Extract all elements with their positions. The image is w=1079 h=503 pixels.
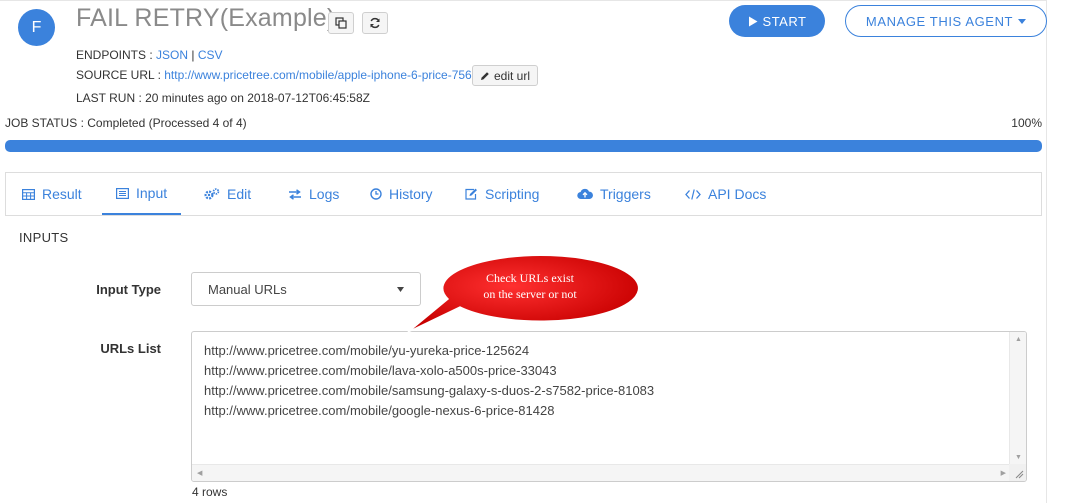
tab-edit[interactable]: Edit (190, 173, 265, 215)
endpoints-label: ENDPOINTS : (76, 48, 157, 62)
tab-label: API Docs (708, 186, 767, 202)
agent-title: FAIL RETRY(Example) (76, 4, 336, 32)
job-progress-fill (5, 140, 1042, 152)
agent-avatar: F (18, 9, 55, 46)
endpoint-separator: | (188, 48, 198, 62)
urls-lines: http://www.pricetree.com/mobile/yu-yurek… (204, 341, 654, 421)
tab-logs[interactable]: Logs (274, 173, 353, 215)
rows-count: 4 rows (192, 485, 228, 499)
tab-input[interactable]: Input (102, 173, 182, 215)
refresh-button[interactable] (362, 12, 388, 34)
refresh-icon (370, 17, 380, 29)
pencil-icon (481, 71, 489, 80)
exchange-icon (289, 188, 301, 200)
agent-tabs: Result Input Edit Logs History Scripting… (5, 172, 1042, 216)
source-url-label: SOURCE URL : (76, 68, 165, 82)
section-title: INPUTS (19, 230, 69, 245)
right-border (1046, 0, 1047, 503)
start-button-label: START (762, 13, 807, 29)
copy-button[interactable] (328, 12, 354, 34)
play-icon (748, 16, 758, 26)
tab-label: Logs (309, 186, 340, 202)
horizontal-scrollbar[interactable]: ◀ ▶ (192, 464, 1011, 481)
urls-textarea[interactable]: http://www.pricetree.com/mobile/yu-yurek… (191, 331, 1027, 482)
url-line: http://www.pricetree.com/mobile/lava-xol… (204, 363, 557, 378)
input-type-select[interactable]: Manual URLs (191, 272, 421, 306)
input-type-label: Input Type (96, 282, 161, 297)
manage-agent-label: MANAGE THIS AGENT (865, 13, 1014, 29)
scroll-right-arrow-icon: ▶ (1000, 470, 1006, 477)
job-status-text: JOB STATUS : Completed (Processed 4 of 4… (5, 116, 247, 130)
cogs-icon (204, 188, 220, 200)
job-progress-bar (5, 140, 1042, 152)
tab-history[interactable]: History (356, 173, 447, 215)
top-border (0, 0, 1046, 1)
job-progress-percent: 100% (1011, 116, 1042, 130)
caret-down-icon (1018, 18, 1027, 24)
vertical-scrollbar[interactable]: ▲ ▼ (1009, 332, 1026, 465)
edit-url-button[interactable]: edit url (472, 65, 539, 86)
tab-label: History (389, 186, 433, 202)
endpoints-row: ENDPOINTS : JSON | CSV (76, 48, 223, 62)
table-icon (22, 188, 35, 200)
scroll-down-arrow-icon: ▼ (1015, 454, 1022, 461)
tab-scripting[interactable]: Scripting (451, 173, 553, 215)
url-line: http://www.pricetree.com/mobile/google-n… (204, 403, 555, 418)
last-run-text: LAST RUN : 20 minutes ago on 2018-07-12T… (76, 91, 370, 105)
pencil-square-icon (465, 188, 477, 200)
clock-icon (370, 188, 382, 200)
callout-text: Check URLs exist on the server or not (440, 270, 620, 302)
tab-triggers[interactable]: Triggers (563, 173, 665, 215)
manage-agent-button[interactable]: MANAGE THIS AGENT (845, 5, 1047, 37)
cloud-upload-icon (577, 188, 593, 200)
resize-handle[interactable] (1009, 464, 1026, 481)
list-icon (116, 187, 129, 199)
source-url-row: SOURCE URL : http://www.pricetree.com/mo… (76, 68, 472, 82)
start-button[interactable]: START (729, 5, 825, 37)
endpoint-json-link[interactable]: JSON (156, 48, 188, 62)
copy-icon (335, 17, 347, 29)
source-url-link[interactable]: http://www.pricetree.com/mobile/apple-ip… (164, 68, 471, 82)
scroll-up-arrow-icon: ▲ (1015, 336, 1022, 343)
tab-label: Result (42, 186, 82, 202)
tab-result[interactable]: Result (8, 173, 96, 215)
code-icon (685, 188, 701, 200)
callout-line-1: Check URLs exist (486, 271, 574, 285)
tab-label: Input (136, 185, 168, 201)
input-type-value: Manual URLs (208, 281, 287, 297)
tab-api-docs[interactable]: API Docs (671, 173, 780, 215)
tab-label: Scripting (485, 186, 540, 202)
url-line: http://www.pricetree.com/mobile/samsung-… (204, 383, 655, 398)
urls-list-label: URLs List (100, 341, 161, 356)
url-line: http://www.pricetree.com/mobile/yu-yurek… (204, 343, 530, 358)
resize-grip-icon (1015, 470, 1024, 479)
endpoint-csv-link[interactable]: CSV (198, 48, 223, 62)
tab-label: Triggers (600, 186, 651, 202)
edit-url-label: edit url (494, 68, 531, 83)
scroll-left-arrow-icon: ◀ (197, 470, 203, 477)
callout-line-2: on the server or not (483, 287, 577, 301)
tab-label: Edit (227, 186, 252, 202)
